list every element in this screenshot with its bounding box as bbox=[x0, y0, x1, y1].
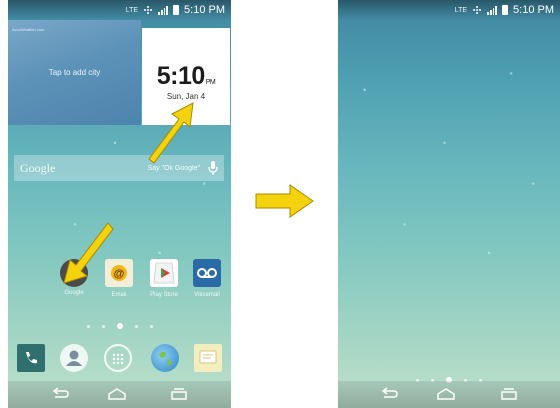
clock-widget[interactable]: 5:10PM Sun, Jan 4 bbox=[142, 28, 230, 125]
dock bbox=[8, 344, 231, 372]
clock-date: Sun, Jan 4 bbox=[166, 92, 206, 101]
apps-drawer-icon[interactable] bbox=[104, 344, 132, 372]
google-search-bar[interactable]: Google Say "Ok Google" bbox=[14, 155, 224, 181]
weather-widget[interactable]: AccuWeather.com Tap to add city bbox=[8, 20, 141, 125]
app-google[interactable]: Google bbox=[55, 259, 93, 296]
google-logo: Google bbox=[20, 160, 56, 175]
signal-strength-icon bbox=[144, 6, 153, 14]
back-icon[interactable] bbox=[378, 386, 400, 402]
page-indicator bbox=[8, 323, 231, 329]
page-dot bbox=[149, 324, 153, 328]
battery-icon bbox=[173, 5, 180, 15]
recent-apps-icon[interactable] bbox=[498, 386, 520, 402]
page-dot bbox=[101, 324, 105, 328]
home-screen-after: LTE 5:10 PM bbox=[338, 0, 560, 408]
add-city-prompt[interactable]: Tap to add city bbox=[8, 68, 141, 77]
clock-time: 5:10 bbox=[156, 62, 206, 90]
clock-ampm: PM bbox=[205, 79, 216, 86]
page-dot bbox=[134, 324, 138, 328]
microphone-icon[interactable] bbox=[206, 160, 220, 176]
app-email[interactable]: @ Email bbox=[100, 259, 138, 298]
svg-text:@: @ bbox=[114, 268, 125, 280]
status-bar: LTE 5:10 PM bbox=[8, 0, 231, 20]
battery-icon bbox=[502, 5, 509, 15]
app-label: Voicemail bbox=[194, 292, 220, 298]
messaging-app-icon[interactable] bbox=[194, 344, 222, 372]
app-voicemail[interactable]: Voicemail bbox=[188, 259, 226, 298]
play-store-icon bbox=[150, 259, 178, 287]
app-label: Google bbox=[64, 290, 84, 296]
home-icon[interactable] bbox=[435, 386, 457, 402]
recent-apps-icon[interactable] bbox=[168, 386, 190, 402]
email-icon: @ bbox=[105, 259, 133, 287]
page-dot-active bbox=[116, 323, 123, 329]
status-time: 5:10 PM bbox=[184, 4, 225, 16]
wallpaper bbox=[338, 0, 560, 408]
status-time: 5:10 PM bbox=[513, 4, 554, 16]
status-bar: LTE 5:10 PM bbox=[338, 0, 560, 20]
signal-strength-icon bbox=[473, 6, 482, 14]
back-icon[interactable] bbox=[49, 386, 71, 402]
navigation-bar bbox=[8, 381, 231, 408]
clock-time-display: 5:10PM bbox=[142, 62, 230, 91]
home-screen-before: LTE 5:10 PM AccuWeather.com Tap to add c… bbox=[8, 0, 231, 408]
network-type: LTE bbox=[454, 6, 468, 14]
phone-app-icon[interactable] bbox=[17, 344, 45, 372]
cell-signal-icon bbox=[487, 5, 498, 15]
home-icon[interactable] bbox=[106, 386, 128, 402]
contacts-app-icon[interactable] bbox=[60, 344, 88, 372]
voicemail-icon bbox=[193, 259, 221, 287]
google-folder-icon bbox=[60, 259, 88, 287]
page-dot bbox=[86, 324, 90, 328]
network-type: LTE bbox=[125, 6, 139, 14]
navigation-bar bbox=[338, 381, 560, 408]
cell-signal-icon bbox=[158, 5, 169, 15]
browser-globe-icon[interactable] bbox=[151, 344, 179, 372]
transition-arrow-icon bbox=[255, 184, 314, 218]
app-play-store[interactable]: Play Store bbox=[145, 259, 183, 298]
app-label: Play Store bbox=[150, 292, 178, 298]
app-label: Email bbox=[111, 292, 127, 298]
voice-search-hint: Say "Ok Google" bbox=[147, 164, 200, 172]
weather-brand: AccuWeather.com bbox=[12, 27, 45, 32]
